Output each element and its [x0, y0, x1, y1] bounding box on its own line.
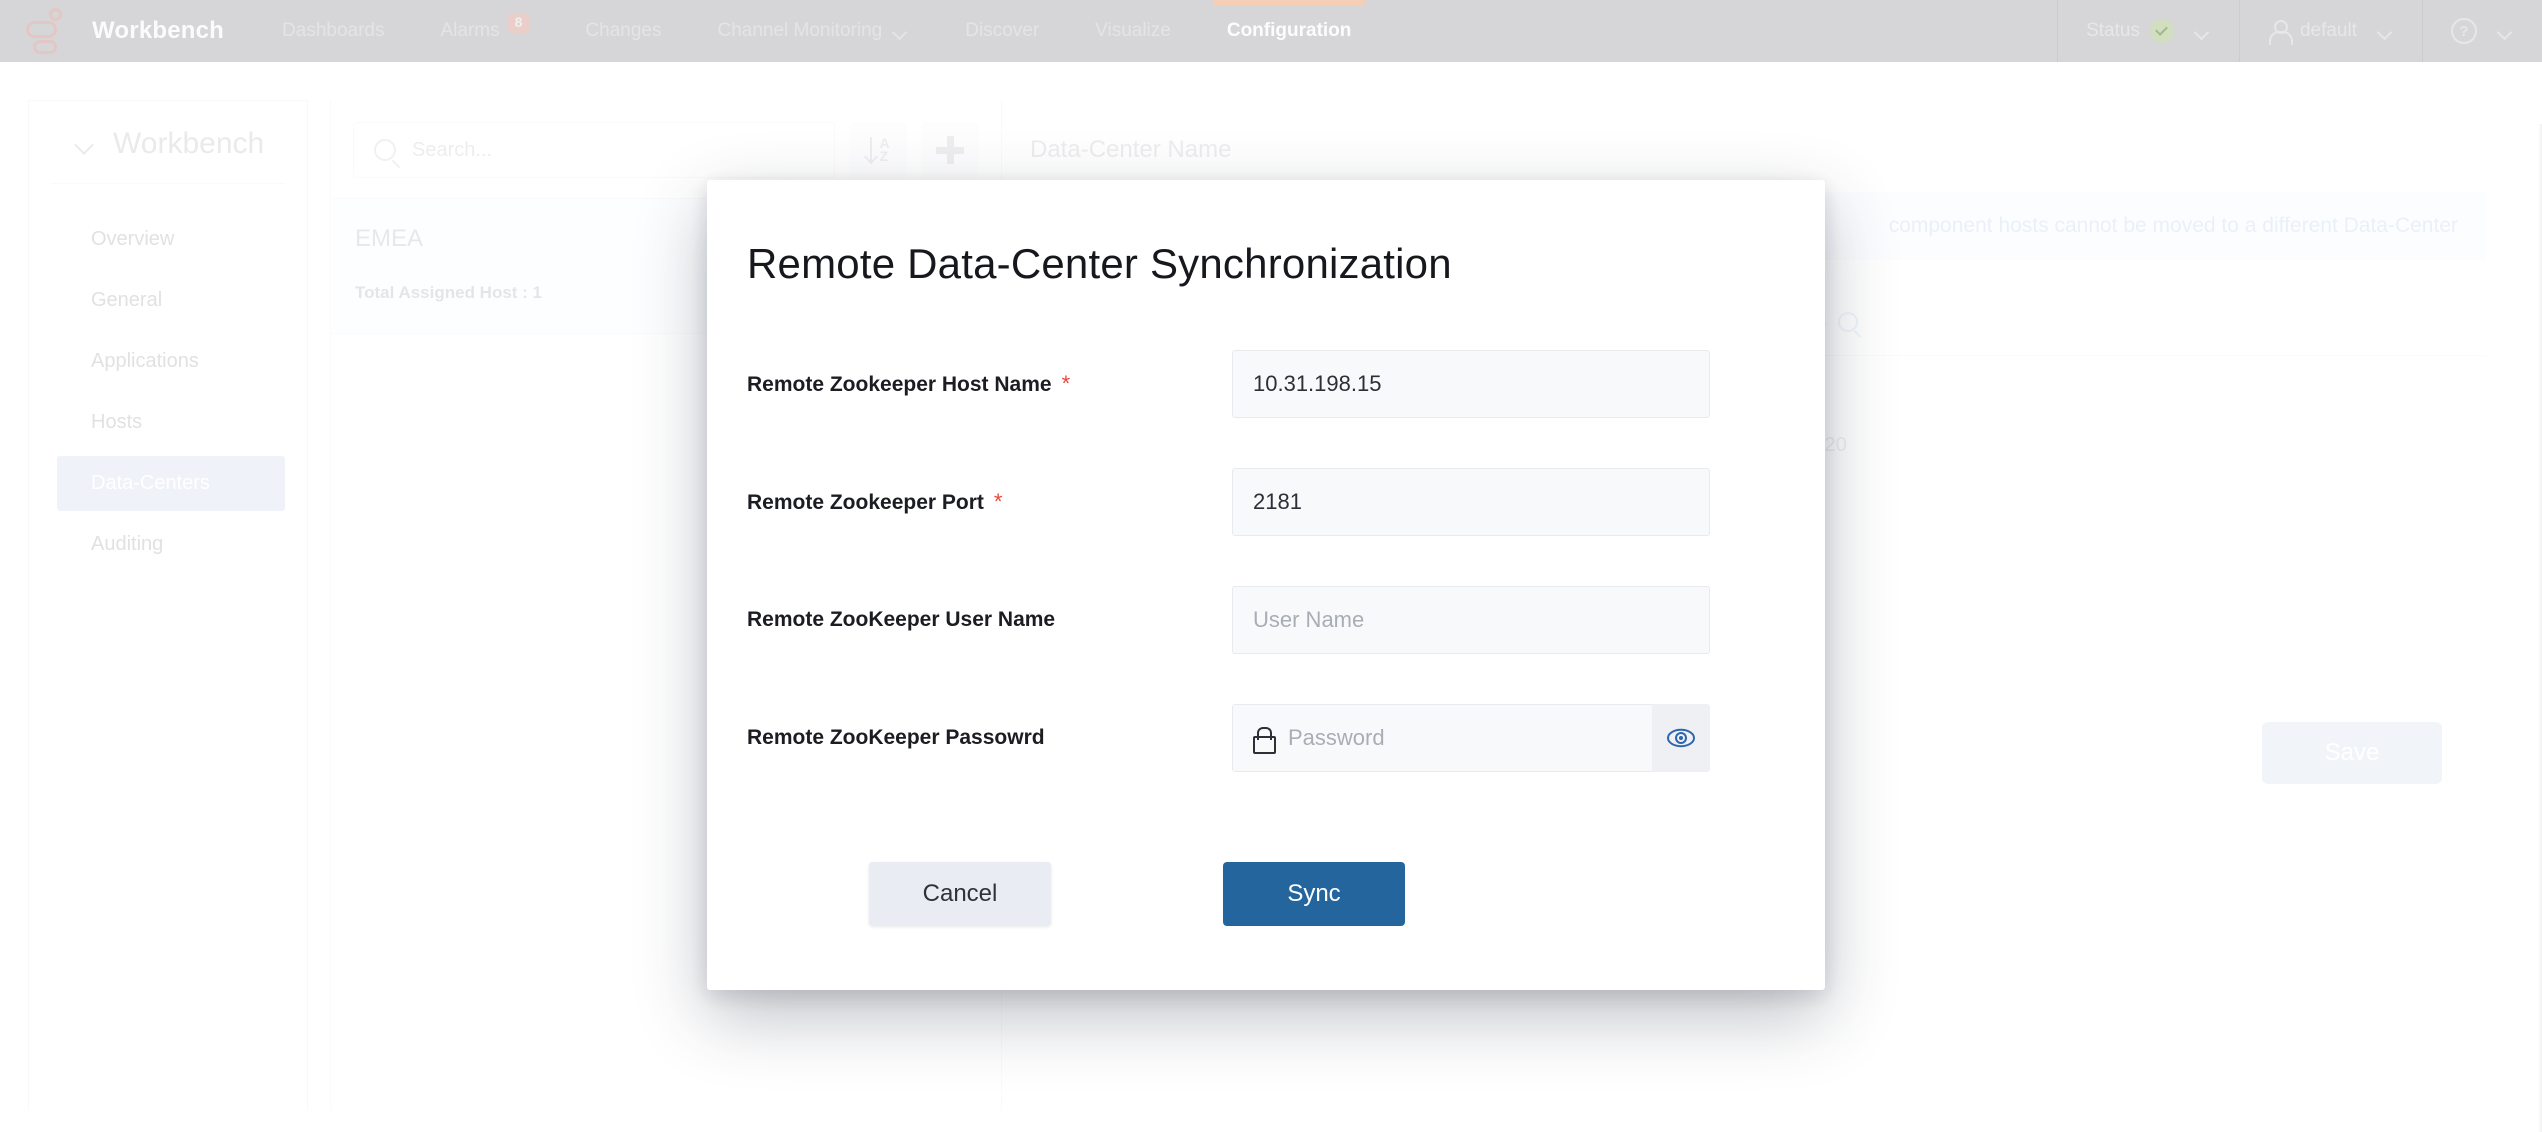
toggle-password-visibility-button[interactable] [1652, 704, 1710, 772]
label-text: Remote ZooKeeper User Name [747, 608, 1055, 632]
cancel-button[interactable]: Cancel [869, 862, 1051, 926]
app-root: Workbench Dashboards Alarms 8 Changes Ch… [0, 0, 2542, 1132]
field-row-password: Remote ZooKeeper Passowrd Password [747, 704, 1785, 772]
required-asterisk: * [1062, 371, 1071, 397]
dialog-title: Remote Data-Center Synchronization [707, 180, 1825, 288]
password-placeholder: Password [1288, 725, 1385, 751]
label-text: Remote Zookeeper Port [747, 491, 984, 515]
label-password: Remote ZooKeeper Passowrd [747, 726, 1232, 750]
label-text: Remote Zookeeper Host Name [747, 373, 1052, 397]
input-password[interactable]: Password [1232, 704, 1652, 772]
field-row-user-name: Remote ZooKeeper User Name User Name [747, 586, 1785, 654]
label-port: Remote Zookeeper Port * [747, 489, 1232, 515]
sync-button[interactable]: Sync [1223, 862, 1405, 926]
dialog-actions: Cancel Sync [747, 822, 1785, 926]
lock-icon [1253, 727, 1272, 749]
label-user-name: Remote ZooKeeper User Name [747, 608, 1232, 632]
label-host-name: Remote Zookeeper Host Name * [747, 371, 1232, 397]
input-port[interactable]: 2181 [1232, 468, 1710, 536]
label-text: Remote ZooKeeper Passowrd [747, 726, 1045, 750]
password-input-group: Password [1232, 704, 1710, 772]
field-row-host-name: Remote Zookeeper Host Name * 10.31.198.1… [747, 350, 1785, 418]
input-user-name[interactable]: User Name [1232, 586, 1710, 654]
field-row-port: Remote Zookeeper Port * 2181 [747, 468, 1785, 536]
input-host-name[interactable]: 10.31.198.15 [1232, 350, 1710, 418]
remote-sync-dialog: Remote Data-Center Synchronization Remot… [707, 180, 1825, 990]
required-asterisk: * [994, 489, 1003, 515]
eye-icon [1666, 728, 1696, 748]
remote-sync-form: Remote Zookeeper Host Name * 10.31.198.1… [707, 288, 1825, 926]
